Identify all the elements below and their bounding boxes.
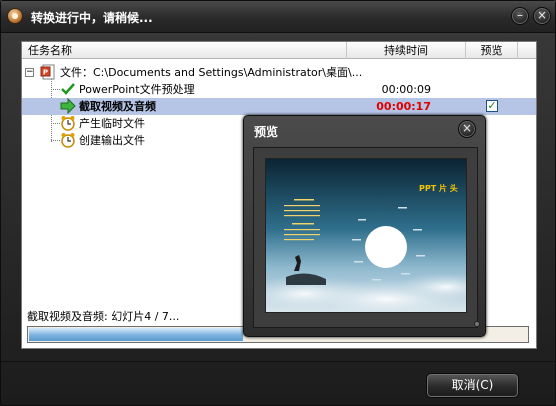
row-task-name: 截取视频及音频 bbox=[79, 100, 156, 113]
resize-grip-icon[interactable] bbox=[474, 321, 480, 327]
row-task-name: 文件：C:\Documents and Settings\Administrat… bbox=[60, 66, 363, 79]
window-title: 转换进行中，请稍候... bbox=[31, 11, 153, 25]
app-logo-icon bbox=[7, 8, 23, 24]
column-header-preview[interactable]: 预览 bbox=[466, 42, 518, 59]
table-row-selected[interactable]: 截取视频及音频 00:00:17 ✓ bbox=[22, 97, 536, 115]
table-row[interactable]: − P 文件：C:\Documents and Settings\Adminis… bbox=[22, 64, 536, 81]
preview-window[interactable]: 预览 × PPT 片 头 bbox=[243, 115, 486, 337]
preview-frame: PPT 片 头 bbox=[253, 147, 478, 328]
column-header-task-name[interactable]: 任务名称 bbox=[22, 42, 347, 59]
row-task-name: PowerPoint文件预处理 bbox=[79, 83, 195, 96]
slide-title: PPT 片 头 bbox=[419, 184, 458, 193]
status-text: 截取视频及音频: 幻灯片4 / 7... bbox=[27, 310, 180, 323]
close-button[interactable]: × bbox=[533, 7, 551, 25]
conversion-dialog: 转换进行中，请稍候... – × 任务名称 持续时间 预览 − P 文件：C:\… bbox=[0, 0, 556, 406]
slide-thumbnail: PPT 片 头 bbox=[265, 158, 467, 313]
alarm-clock-icon bbox=[60, 115, 76, 131]
footer-divider bbox=[1, 361, 555, 362]
row-duration: 00:00:09 bbox=[381, 83, 431, 96]
preview-title: 预览 bbox=[254, 125, 279, 139]
powerpoint-file-icon: P bbox=[40, 64, 56, 80]
preview-close-button[interactable]: × bbox=[458, 120, 476, 138]
table-header: 任务名称 持续时间 预览 bbox=[22, 42, 536, 59]
green-check-icon bbox=[60, 81, 76, 97]
column-header-duration[interactable]: 持续时间 bbox=[347, 42, 466, 59]
alarm-clock-icon bbox=[60, 132, 76, 148]
cancel-button[interactable]: 取消(C) bbox=[426, 373, 519, 398]
collapse-toggle[interactable]: − bbox=[25, 68, 34, 77]
row-task-name: 产生临时文件 bbox=[79, 117, 145, 130]
green-arrow-icon bbox=[60, 97, 76, 115]
title-bar: 转换进行中，请稍候... – × bbox=[1, 1, 555, 33]
row-task-name: 创建输出文件 bbox=[79, 134, 145, 147]
svg-text:P: P bbox=[43, 69, 48, 77]
minimize-button[interactable]: – bbox=[511, 7, 529, 25]
row-duration-active: 00:00:17 bbox=[376, 100, 431, 113]
table-row[interactable]: PowerPoint文件预处理 00:00:09 bbox=[22, 81, 536, 98]
progress-fill bbox=[29, 328, 243, 341]
preview-checkbox[interactable]: ✓ bbox=[486, 100, 498, 112]
